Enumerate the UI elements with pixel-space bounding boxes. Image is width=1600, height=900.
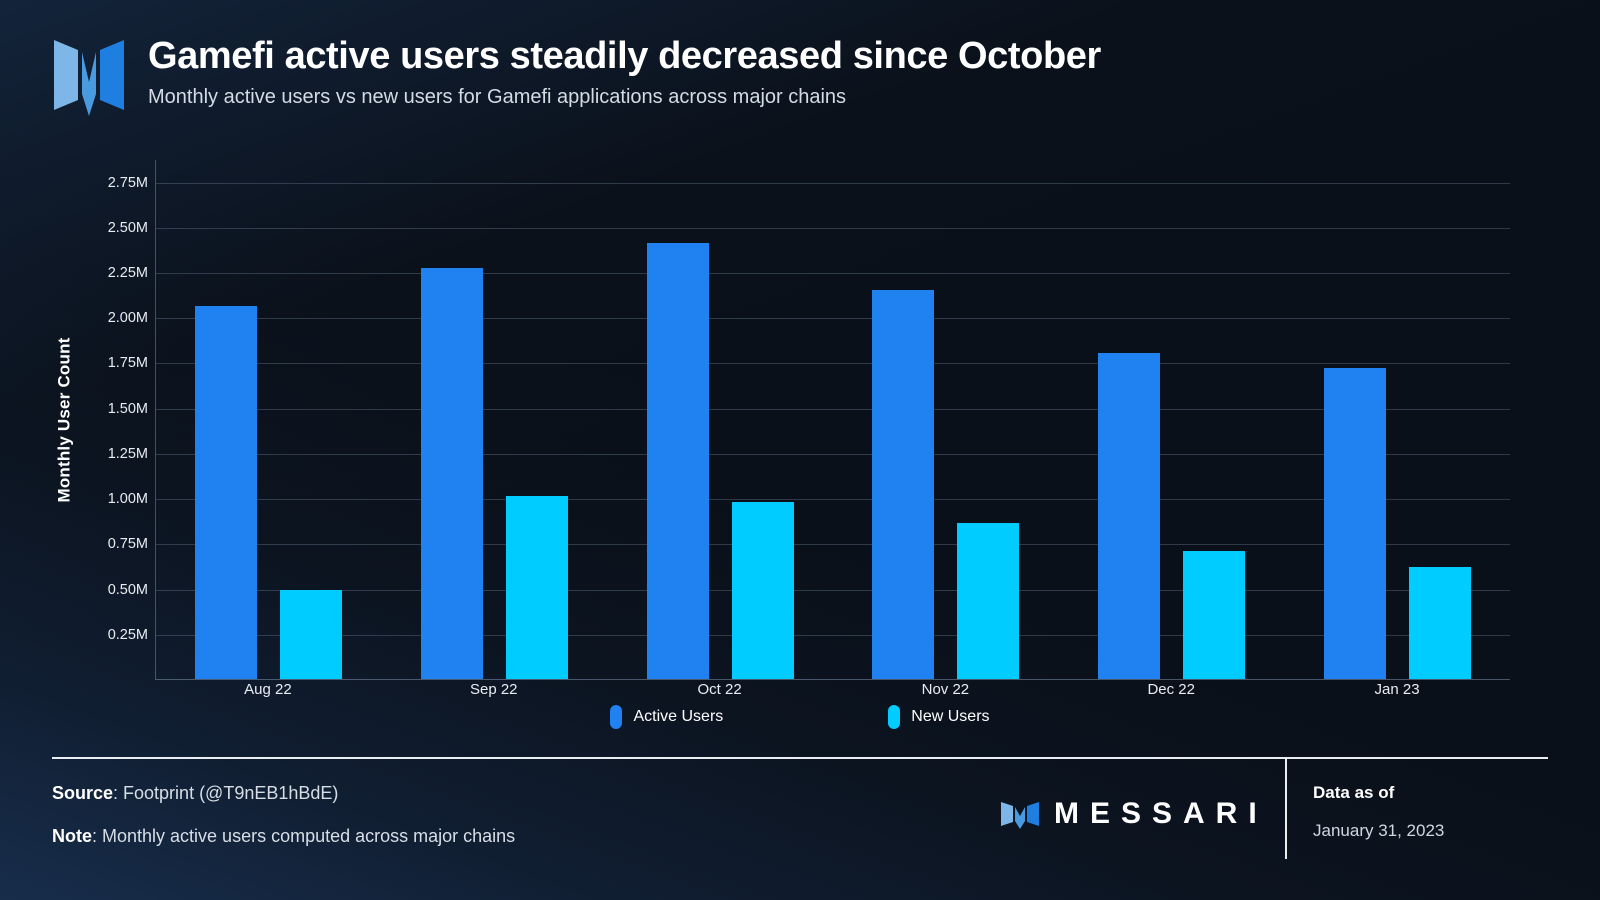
bar-group [833,160,1059,679]
plot-grid [155,160,1510,680]
data-as-of-date: January 31, 2023 [1313,821,1445,840]
x-axis-tick-label: Dec 22 [1147,681,1195,698]
legend-label: New Users [911,708,990,725]
data-as-of-label: Data as of [1313,783,1395,802]
messari-m-logo-icon [52,34,126,116]
bar-new-users[interactable] [1408,566,1471,679]
chart-legend: Active Users New Users [0,705,1600,729]
chart-footer: Source: Footprint (@T9nEB1hBdE) Note: Mo… [0,759,1600,900]
bar-group [382,160,608,679]
note-line: Note: Monthly active users computed acro… [52,826,515,847]
y-axis-tick-label: 0.50M [107,581,148,598]
y-axis-tick-label: 1.00M [107,491,148,508]
bar-new-users[interactable] [506,496,568,679]
bar-active-users[interactable] [1098,353,1161,679]
x-axis-tick-label: Nov 22 [921,681,970,698]
source-label: Source [52,783,114,803]
footer-vertical-divider [1285,759,1287,859]
bar-new-users[interactable] [1183,550,1246,679]
page-subtitle: Monthly active users vs new users for Ga… [148,86,847,109]
bar-group [1059,160,1285,679]
y-axis-tick-label: 1.50M [107,400,148,417]
messari-wordmark: MESSARI [1054,797,1268,830]
bar-active-users[interactable] [195,306,258,679]
chart-header: Gamefi active users steadily decreased s… [52,30,1101,116]
y-axis-tick-label: 1.75M [107,355,148,372]
y-axis-tick-label: 2.75M [107,174,148,191]
bar-new-users[interactable] [957,523,1020,679]
bar-group [156,160,382,679]
bar-group [607,160,833,679]
bar-groups [156,160,1510,679]
plot-area: 0.25M 0.50M 0.75M 1.00M 1.25M 1.50M 1.75M 2.00M… [0,160,1600,680]
y-axis-tick-label: 0.75M [107,536,148,553]
messari-brand: MESSARI [1000,799,1268,829]
chart-canvas: Gamefi active users steadily decreased s… [0,0,1600,900]
bar-active-users[interactable] [872,290,935,679]
source-value: : Footprint (@T9nEB1hBdE) [113,783,339,803]
legend-label: Active Users [633,708,724,725]
page-title: Gamefi active users steadily decreased s… [148,35,1101,77]
bar-new-users[interactable] [731,501,794,679]
bar-active-users[interactable] [1323,367,1386,679]
bar-active-users[interactable] [421,268,483,679]
bar-active-users[interactable] [646,243,709,679]
y-axis-tick-label: 0.25M [107,626,148,643]
data-as-of-block: Data as of January 31, 2023 [1313,783,1444,841]
y-axis-tick-label: 2.50M [107,219,148,236]
x-axis-tick-label: Aug 22 [244,681,292,698]
legend-swatch [888,705,901,729]
footer-source-block: Source: Footprint (@T9nEB1hBdE) Note: Mo… [52,783,515,869]
legend-item[interactable]: New Users [888,705,990,729]
source-line: Source: Footprint (@T9nEB1hBdE) [52,783,515,804]
bar-new-users[interactable] [280,590,343,679]
y-axis-ticks: 0.25M 0.50M 0.75M 1.00M 1.25M 1.50M 1.75M 2.00M… [86,160,148,680]
messari-m-logo-icon [1000,799,1040,829]
note-value: : Monthly active users computed across m… [92,826,516,846]
y-axis-tick-label: 2.00M [107,310,148,327]
x-axis-tick-label: Sep 22 [469,681,518,698]
y-axis-tick-label: 1.25M [107,445,148,462]
note-label: Note [52,826,92,846]
x-axis-labels: Aug 22 Sep 22 Oct 22 Nov 22 Dec 22 Jan 23 [155,681,1510,698]
legend-item[interactable]: Active Users [610,705,723,729]
bar-group [1284,160,1510,679]
y-axis-tick-label: 2.25M [107,265,148,282]
legend-swatch [610,705,623,729]
x-axis-tick-label: Jan 23 [1374,681,1420,698]
x-axis-tick-label: Oct 22 [697,681,742,698]
